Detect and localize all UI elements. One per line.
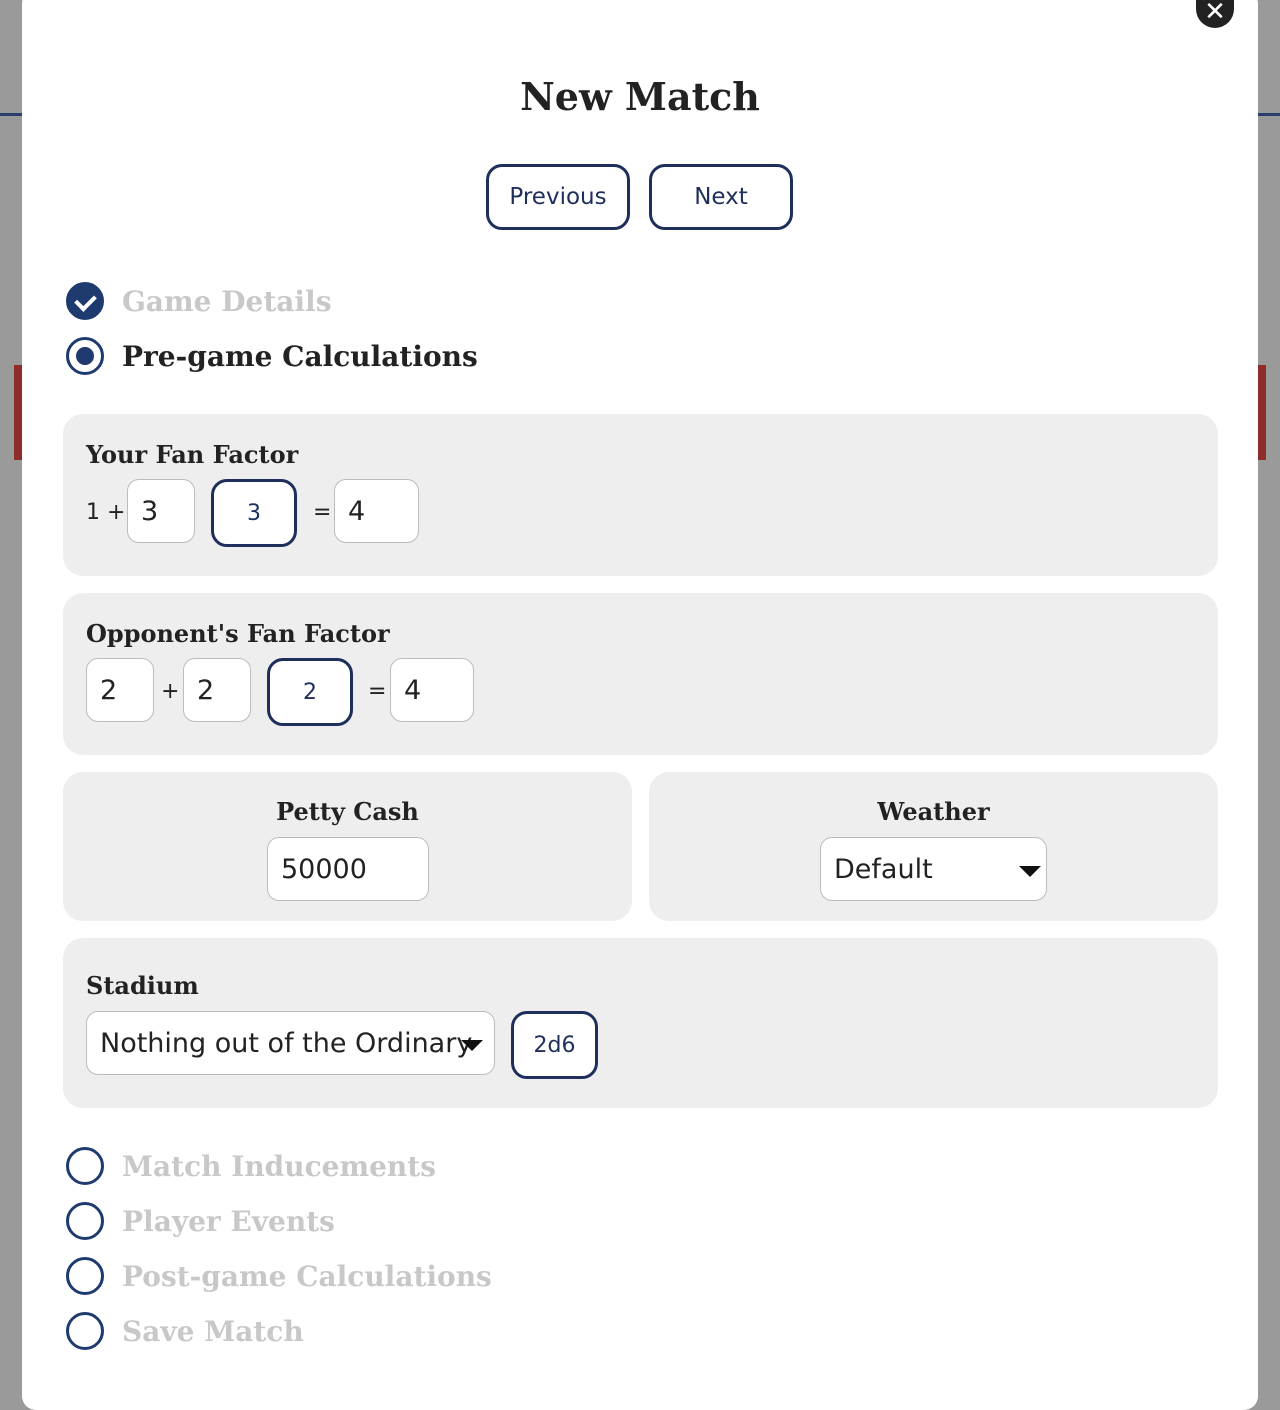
weather-selected-value: Default — [834, 853, 933, 885]
opponent-fan-factor-input-b[interactable]: 2 — [183, 658, 251, 722]
modal-title: New Match — [520, 74, 760, 119]
stadium-select[interactable]: Nothing out of the Ordinary — [86, 1011, 495, 1075]
step-current-icon — [66, 337, 104, 375]
petty-cash-title: Petty Cash — [276, 797, 419, 826]
equals-sign: = — [313, 500, 332, 525]
plus-sign: + — [161, 679, 180, 704]
chevron-down-icon — [1019, 866, 1041, 877]
weather-title: Weather — [877, 797, 990, 826]
step-label: Pre-game Calculations — [122, 339, 478, 373]
chevron-down-icon — [461, 1040, 483, 1051]
close-icon: ✕ — [1204, 0, 1226, 27]
step-check-icon — [66, 282, 104, 320]
step-pending-icon — [66, 1257, 104, 1295]
step-save-match[interactable]: Save Match — [66, 1311, 304, 1351]
previous-button[interactable]: Previous — [486, 164, 630, 230]
opponent-fan-factor-result: 4 — [390, 658, 474, 722]
next-button[interactable]: Next — [649, 164, 793, 230]
equals-sign: = — [368, 679, 387, 704]
step-pending-icon — [66, 1312, 104, 1350]
step-pre-game-calculations[interactable]: Pre-game Calculations — [66, 336, 478, 376]
your-fan-factor-input[interactable]: 3 — [127, 479, 195, 543]
your-fan-factor-title: Your Fan Factor — [86, 440, 299, 469]
step-pending-icon — [66, 1147, 104, 1185]
step-label: Save Match — [122, 1314, 304, 1348]
your-fan-factor-result: 4 — [334, 479, 419, 543]
step-player-events[interactable]: Player Events — [66, 1201, 335, 1241]
step-label: Match Inducements — [122, 1149, 436, 1183]
step-match-inducements[interactable]: Match Inducements — [66, 1146, 436, 1186]
step-game-details[interactable]: Game Details — [66, 281, 331, 321]
stadium-selected-value: Nothing out of the Ordinary — [100, 1027, 473, 1059]
your-fan-factor-roll-button[interactable]: 3 — [211, 479, 297, 547]
step-label: Post-game Calculations — [122, 1259, 492, 1293]
step-pending-icon — [66, 1202, 104, 1240]
opponent-fan-factor-input-a[interactable]: 2 — [86, 658, 154, 722]
step-label: Game Details — [122, 284, 332, 318]
petty-cash-input[interactable]: 50000 — [267, 837, 429, 901]
step-label: Player Events — [122, 1204, 335, 1238]
opponent-fan-factor-title: Opponent's Fan Factor — [86, 619, 390, 648]
opponent-fan-factor-roll-button[interactable]: 2 — [267, 658, 353, 726]
step-post-game-calculations[interactable]: Post-game Calculations — [66, 1256, 492, 1296]
stadium-title: Stadium — [86, 971, 199, 1000]
weather-select[interactable]: Default — [820, 837, 1047, 901]
fan-factor-base: 1 + — [86, 500, 126, 525]
stadium-roll-button[interactable]: 2d6 — [511, 1011, 598, 1079]
